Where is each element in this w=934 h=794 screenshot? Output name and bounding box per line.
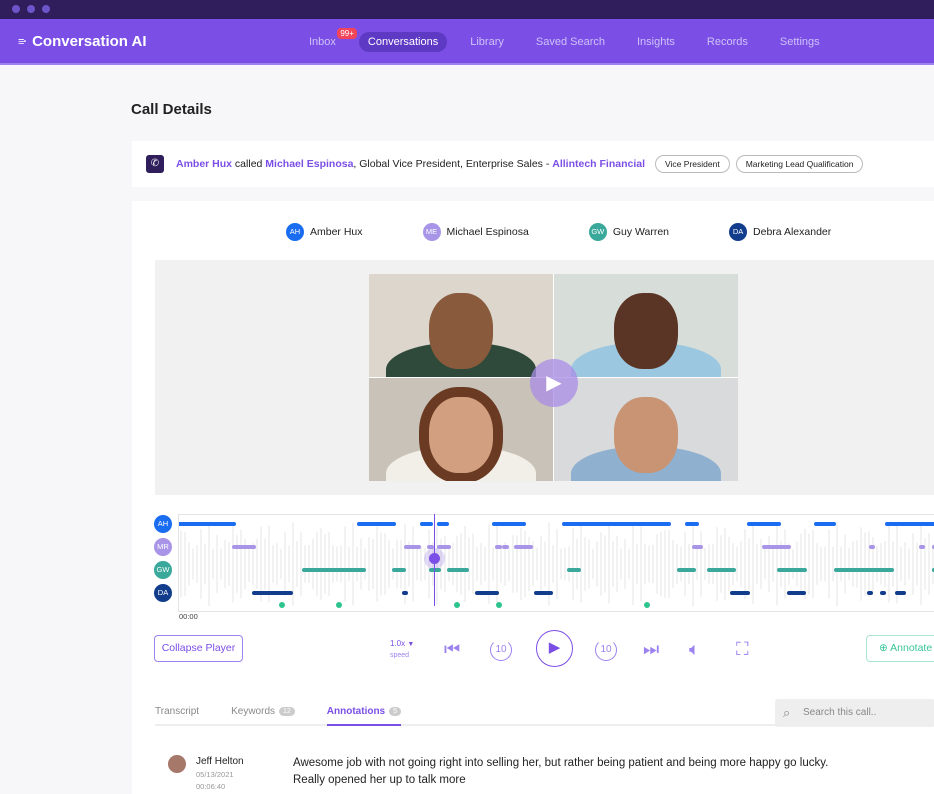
window-minimize-dot[interactable] — [27, 5, 35, 13]
tab-annotations[interactable]: Annotations 5 — [326, 705, 402, 726]
playhead-handle[interactable] — [429, 553, 440, 564]
avatar: ME — [422, 223, 441, 241]
play-icon: ▶ — [548, 639, 561, 656]
chevron-down-icon: ▼ — [407, 641, 415, 648]
timeline-speaker-avatar: MR — [154, 538, 172, 556]
participant[interactable]: GW Guy Warren — [588, 223, 670, 241]
participant[interactable]: DA Debra Alexander — [729, 223, 831, 241]
annotation-date: 05/13/2021 — [196, 770, 234, 779]
inbox-badge: 99+ — [337, 28, 357, 39]
count-badge: 12 — [279, 707, 295, 716]
logo-icon: ≡· — [18, 35, 27, 48]
participant-name: Michael Espinosa — [446, 226, 529, 238]
nav-saved-search[interactable]: Saved Search — [527, 32, 614, 52]
nav-records[interactable]: Records — [698, 32, 757, 52]
page-title: Call Details — [131, 101, 212, 118]
play-button[interactable]: ▶ — [536, 630, 573, 667]
phone-outgoing-icon: ✆ — [146, 155, 164, 173]
annotation-marker — [279, 602, 285, 608]
skip-to-end-icon[interactable]: ⏭ — [643, 639, 659, 660]
start-time: 00:00 — [179, 612, 198, 621]
tag-chip[interactable]: Vice President — [655, 155, 730, 173]
timeline-speaker-avatar: DA — [154, 584, 172, 602]
search-input[interactable]: ⌕ Search this call.. — [775, 699, 934, 727]
forward-label: 10 — [600, 644, 612, 655]
participant[interactable]: AH Amber Hux — [286, 223, 363, 241]
comment-plus-icon: ⊕ — [879, 642, 888, 654]
participants-list: AH Amber Hux ME Michael Espinosa GW Guy Warre… — [286, 223, 831, 241]
volume-icon[interactable]: 🔈︎ — [689, 639, 700, 660]
app-title: Conversation AI — [32, 33, 147, 50]
video-play-button[interactable]: ▶ — [530, 359, 578, 407]
call-verb: called — [232, 158, 266, 170]
video-area: ▶ — [155, 260, 934, 495]
speed-value: 1.0x — [390, 639, 406, 648]
timeline-speaker-avatar: AH — [154, 515, 172, 533]
company-link[interactable]: Allintech Financial — [552, 158, 645, 170]
annotate-button[interactable]: ⊕ Annotate — [866, 635, 934, 662]
callee-role: , Global Vice President, Enterprise Sale… — [353, 158, 553, 170]
video-tile — [554, 378, 738, 481]
collapse-player-button[interactable]: Collapse Player — [154, 635, 243, 662]
annotation-marker — [644, 602, 650, 608]
video-tile — [369, 274, 553, 377]
app-logo[interactable]: ≡· Conversation AI — [18, 33, 147, 50]
skip-to-start-icon[interactable]: ⏮ — [444, 639, 460, 660]
window-titlebar — [0, 0, 934, 19]
annotation-marker — [336, 602, 342, 608]
annotation-author: Jeff Helton — [196, 756, 244, 767]
fullscreen-icon[interactable]: ⛶ — [736, 639, 749, 660]
annotation-marker — [454, 602, 460, 608]
top-nav: ≡· Conversation AI Inbox 99+ Conversations… — [0, 19, 934, 65]
annotate-label: Annotate — [890, 642, 933, 654]
nav-insights[interactable]: Insights — [628, 32, 684, 52]
nav-label: Inbox — [309, 36, 336, 48]
video-grid: ▶ — [369, 274, 738, 481]
count-badge: 5 — [389, 707, 402, 716]
caller-link[interactable]: Amber Hux — [176, 158, 232, 170]
video-tile — [554, 274, 738, 377]
video-tile — [369, 378, 553, 481]
callee-link[interactable]: Michael Espinosa — [265, 158, 353, 170]
nav-library[interactable]: Library — [461, 32, 513, 52]
annotation-marker — [496, 602, 502, 608]
avatar: GW — [588, 223, 607, 241]
participant[interactable]: ME Michael Espinosa — [422, 223, 529, 241]
avatar: AH — [286, 223, 304, 241]
nav-conversations[interactable]: Conversations — [358, 32, 448, 52]
avatar: DA — [729, 223, 748, 241]
tab-label: Keywords — [231, 706, 275, 717]
search-icon: ⌕ — [783, 705, 791, 720]
annotation-text: Awesome job with not going right into se… — [293, 757, 829, 786]
speaker-timeline[interactable] — [178, 514, 934, 612]
tab-keywords[interactable]: Keywords 12 — [231, 705, 295, 724]
rewind-label: 10 — [495, 644, 507, 655]
avatar — [168, 755, 186, 773]
participant-name: Debra Alexander — [753, 226, 832, 238]
timeline-svg — [179, 521, 934, 608]
tab-label: Annotations — [326, 706, 386, 717]
tag-chip[interactable]: Marketing Lead Qualification — [735, 155, 864, 173]
window-close-dot[interactable] — [12, 5, 20, 13]
rewind-10-icon[interactable]: 10 — [490, 639, 512, 661]
tab-transcript[interactable]: Transcript — [155, 705, 199, 724]
window-maximize-dot[interactable] — [42, 5, 50, 13]
tab-label: Transcript — [155, 706, 200, 717]
timeline-speaker-avatar: GW — [154, 561, 172, 579]
forward-10-icon[interactable]: 10 — [595, 639, 617, 661]
call-player-panel: AH Amber Hux ME Michael Espinosa GW Guy Warre… — [132, 201, 934, 794]
call-summary: ✆ Amber Hux called Michael Espinosa, Glo… — [132, 141, 934, 187]
speed-select[interactable]: 1.0x ▼ speed — [390, 639, 414, 661]
nav-inbox[interactable]: Inbox 99+ — [300, 28, 357, 52]
annotation-timestamp[interactable]: 00:06:40 — [196, 782, 225, 791]
search-placeholder: Search this call.. — [803, 707, 877, 718]
speed-label: speed — [390, 652, 410, 659]
tabs: Transcript Keywords 12 Annotations 5 — [155, 705, 877, 726]
participant-name: Amber Hux — [310, 226, 363, 238]
participant-name: Guy Warren — [612, 226, 670, 238]
nav-settings[interactable]: Settings — [771, 32, 829, 52]
